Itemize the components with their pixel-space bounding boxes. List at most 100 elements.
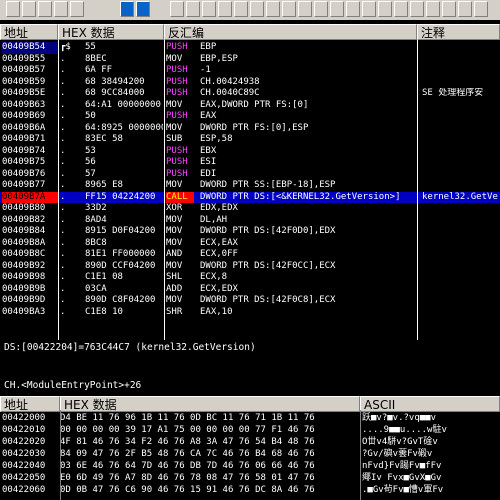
info-line: DS:[00422204]=763C44C7 (kernel32.GetVers…: [4, 342, 256, 353]
toolbar-button-23[interactable]: [410, 1, 424, 17]
dump-row[interactable]: 00422060 0D 0B 47 76 C6 90 46 76 15 91 46…: [0, 484, 500, 496]
dump-row[interactable]: 00422050 E0 6D 49 76 A7 8D 46 76 78 08 47…: [0, 472, 500, 484]
toolbar-button-21[interactable]: [378, 1, 392, 17]
hex-cell: 8AD4: [85, 214, 107, 225]
disassembly-row[interactable]: 00409B57. 6A FF PUSH -1: [0, 65, 500, 77]
operands-cell: ESI: [200, 157, 217, 167]
disassembly-row[interactable]: 00409B92. 890D CCF04200 MOV DWORD PTR DS:[4…: [0, 261, 500, 273]
operands-cell: DWORD PTR FS:[0],ESP: [200, 122, 309, 133]
comment-cell: SE 处理程序安: [422, 88, 484, 98]
mnemonic-cell: MOV: [166, 237, 183, 248]
dump-row[interactable]: 00422040 03 6E 46 76 64 7D 46 76 DB 7D 46…: [0, 460, 500, 472]
toolbar-button-8[interactable]: [170, 1, 184, 17]
dump-row[interactable]: 00422020 4F 81 46 76 34 F2 46 76 A8 3A 47…: [0, 436, 500, 448]
disassembly-row[interactable]: 00409B9B. 03CA ADD ECX,EDX: [0, 284, 500, 296]
memory-dump-pane[interactable]: 00422000 D4 BE 11 76 96 1B 11 76 0D BC 11…: [0, 410, 500, 500]
disassembly-row[interactable]: 00409BA3. C1E8 10 SHR EAX,10: [0, 307, 500, 319]
disassembly-row[interactable]: 00409B71. 83EC 58 SUB ESP,58: [0, 134, 500, 146]
mnemonic-cell: XOR: [166, 203, 183, 213]
disassembly-row[interactable]: 00409B54 ┏$ 55 PUSH EBP: [0, 42, 500, 54]
disassembly-row[interactable]: 00409B80. 33D2 XOR EDX,EDX: [0, 203, 500, 215]
toolbar-button-11[interactable]: [218, 1, 232, 17]
hex-cell: 50: [85, 111, 96, 121]
address-cell: 00409B71: [2, 134, 46, 144]
disassembly-row[interactable]: 00409B84. 8915 D0F04200 MOV DWORD PTR DS:[4…: [0, 226, 500, 238]
hex-cell: 33D2: [85, 203, 107, 213]
column-header-comment[interactable]: 注释: [417, 24, 500, 40]
disassembly-row[interactable]: 00409B55. 8BEC MOV EBP,ESP: [0, 54, 500, 66]
hex-cell: 81E1 FF000000: [85, 249, 156, 259]
address-cell: 00409B9B: [2, 283, 46, 294]
toolbar-button-15[interactable]: [282, 1, 296, 17]
marker-cell: .: [60, 214, 66, 225]
toolbar-button-10[interactable]: [202, 1, 216, 17]
toolbar-button-7[interactable]: [136, 1, 150, 17]
disassembly-row[interactable]: 00409B82. 8AD4 MOV DL,AH: [0, 215, 500, 227]
disassembly-row[interactable]: 00409B76. 57 PUSH EDI: [0, 169, 500, 181]
marker-cell: .: [60, 53, 66, 64]
toolbar-button-13[interactable]: [250, 1, 264, 17]
toolbar-button-2[interactable]: [22, 1, 36, 17]
marker-cell: .: [60, 203, 66, 213]
disassembly-row[interactable]: 00409B6A. 64:8925 00000000MOV DWORD PTR FS…: [0, 123, 500, 135]
column-header-hex[interactable]: HEX 数据: [58, 24, 164, 40]
toolbar-button-9[interactable]: [186, 1, 200, 17]
mnemonic-cell: PUSH: [166, 168, 188, 179]
hex-cell: 8BEC: [85, 53, 107, 64]
marker-cell: .: [60, 76, 66, 87]
dump-row[interactable]: 00422010 00 00 00 00 39 17 A1 75 00 00 00…: [0, 424, 500, 436]
dump-ascii-cell: .■Gv茍Fv■慒v軍Fv: [362, 485, 444, 495]
disassembly-row[interactable]: 00409B7A. FF15 04224200 CALL DWORD PTR DS:[…: [0, 191, 500, 203]
operands-cell: EBP,ESP: [200, 53, 238, 64]
hex-cell: 68 38494200: [85, 76, 145, 87]
dump-hex-cell: 00 00 00 00 39 17 A1 75 00 00 00 00 77 F…: [60, 425, 315, 435]
toolbar-button-3[interactable]: [38, 1, 52, 17]
disassembly-row[interactable]: 00409B98. C1E1 08 SHL ECX,8: [0, 272, 500, 284]
column-divider: [58, 40, 59, 340]
toolbar-button-27[interactable]: [474, 1, 488, 17]
disassembly-row[interactable]: 00409B75. 56 PUSH ESI: [0, 157, 500, 169]
operands-cell: -1: [200, 65, 211, 75]
hex-cell: 83EC 58: [85, 134, 123, 144]
toolbar-button-6[interactable]: [120, 1, 134, 17]
disassembly-row[interactable]: 00409B9D. 890D C8F04200 MOV DWORD PTR DS:[4…: [0, 295, 500, 307]
column-divider: [360, 410, 361, 500]
toolbar-button-1[interactable]: [6, 1, 20, 17]
address-cell: 00409B98: [2, 272, 46, 282]
toolbar-button-18[interactable]: [330, 1, 344, 17]
dump-address-cell: 00422010: [2, 425, 46, 435]
operands-cell: DL,AH: [200, 214, 228, 225]
toolbar-button-19[interactable]: [346, 1, 360, 17]
marker-cell: .: [60, 65, 66, 75]
toolbar-button-20[interactable]: [362, 1, 376, 17]
disassembly-row[interactable]: 00409B8A. 8BC8 MOV ECX,EAX: [0, 238, 500, 250]
toolbar-button-24[interactable]: [426, 1, 440, 17]
toolbar-button-12[interactable]: [234, 1, 248, 17]
disassembly-row[interactable]: 00409B69. 50 PUSH EAX: [0, 111, 500, 123]
disassembly-row[interactable]: 00409B74. 53 PUSH EBX: [0, 146, 500, 158]
disassembly-row[interactable]: 00409B8C. 81E1 FF000000 AND ECX,0FF: [0, 249, 500, 261]
disassembly-row[interactable]: 00409B5E. 68 9CC84000 PUSH CH.0040C89C SE 处理…: [0, 88, 500, 100]
toolbar-button-26[interactable]: [458, 1, 472, 17]
toolbar-button-17[interactable]: [314, 1, 328, 17]
toolbar-button-14[interactable]: [266, 1, 280, 17]
address-cell: 00409B76: [2, 168, 46, 179]
hex-cell: 55: [85, 42, 96, 52]
disassembly-row[interactable]: 00409B77. 8965 E8 MOV DWORD PTR SS:[EBP-18]…: [0, 180, 500, 192]
disassembly-pane[interactable]: 00409B54 ┏$ 55 PUSH EBP 00409B55. 8BEC MOV EBP,E…: [0, 40, 500, 340]
dump-address-cell: 00422040: [2, 461, 46, 471]
address-cell: 00409BA3: [2, 306, 46, 317]
column-header-disassembly[interactable]: 反汇编: [164, 24, 417, 40]
disassembly-row[interactable]: 00409B63. 64:A1 00000000 MOV EAX,DWORD PTR …: [0, 100, 500, 112]
mnemonic-cell: SHL: [166, 272, 183, 282]
toolbar-button-25[interactable]: [442, 1, 456, 17]
toolbar-button-22[interactable]: [394, 1, 408, 17]
toolbar-button-5[interactable]: [70, 1, 84, 17]
toolbar-button-4[interactable]: [54, 1, 68, 17]
dump-address-cell: 00422060: [2, 485, 46, 495]
column-header-address[interactable]: 地址: [0, 24, 58, 40]
toolbar-button-16[interactable]: [298, 1, 312, 17]
disassembly-row[interactable]: 00409B59. 68 38494200 PUSH CH.00424938: [0, 77, 500, 89]
dump-row[interactable]: 00422000 D4 BE 11 76 96 1B 11 76 0D BC 11…: [0, 412, 500, 424]
dump-row[interactable]: 00422030 84 09 47 76 2F B5 48 76 CA 7C 46…: [0, 448, 500, 460]
